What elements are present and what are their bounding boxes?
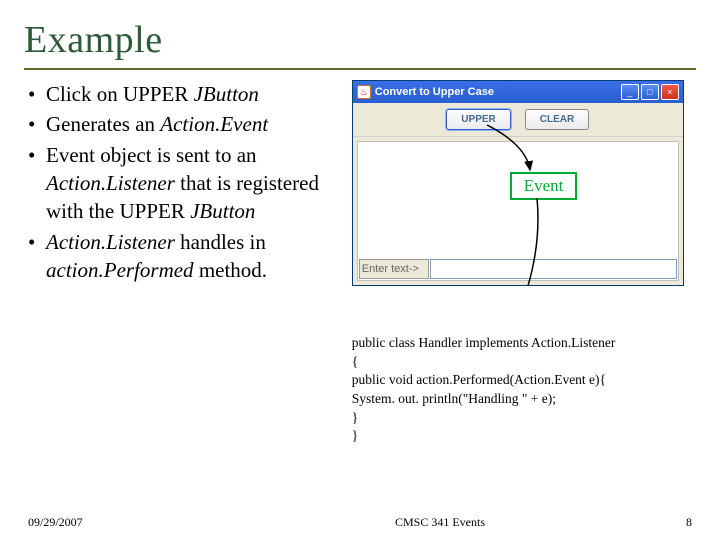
text: method.	[194, 258, 268, 282]
button-toolbar: UPPER CLEAR	[353, 103, 683, 137]
close-button[interactable]: ×	[661, 84, 679, 100]
java-icon: ♨	[357, 85, 371, 99]
text-italic: Action.Event	[160, 112, 268, 136]
text-italic: JButton	[190, 199, 255, 223]
bullet-4: Action.Listener handles in action.Perfor…	[24, 228, 342, 285]
bullet-2: Generates an Action.Event	[24, 110, 342, 138]
bullet-1: Click on UPPER JButton	[24, 80, 342, 108]
text: handles in	[175, 230, 266, 254]
text-italic: action.Performed	[46, 258, 194, 282]
text-output-area: Enter text->	[357, 141, 679, 281]
code-line-4: System. out. println("Handling " + e);	[352, 390, 616, 409]
slide-footer: 09/29/2007 CMSC 341 Events 8	[0, 515, 720, 530]
code-line-3: public void action.Performed(Action.Even…	[352, 371, 616, 390]
text: Click on UPPER	[46, 82, 194, 106]
text-italic: JButton	[194, 82, 259, 106]
title-underline: Example	[24, 18, 696, 70]
code-line-6: }	[352, 427, 616, 446]
diagram-column: ♨ Convert to Upper Case _ □ × UPPER CLEA…	[352, 80, 696, 286]
code-line-2: {	[352, 353, 616, 372]
enter-text-field[interactable]	[430, 259, 677, 279]
minimize-button[interactable]: _	[621, 84, 639, 100]
slide-title: Example	[24, 18, 696, 62]
upper-button[interactable]: UPPER	[446, 109, 510, 130]
footer-page-number: 8	[632, 515, 692, 530]
maximize-button[interactable]: □	[641, 84, 659, 100]
window-title: Convert to Upper Case	[375, 86, 621, 98]
footer-date: 09/29/2007	[28, 515, 248, 530]
clear-button[interactable]: CLEAR	[525, 109, 589, 130]
text: Event object is sent to an	[46, 143, 257, 167]
text: Generates an	[46, 112, 160, 136]
content-row: Click on UPPER JButton Generates an Acti…	[24, 80, 696, 286]
enter-text-label: Enter text->	[359, 259, 429, 279]
footer-center: CMSC 341 Events	[248, 515, 632, 530]
bullet-list: Click on UPPER JButton Generates an Acti…	[24, 80, 342, 284]
window-controls: _ □ ×	[621, 84, 679, 100]
bullet-column: Click on UPPER JButton Generates an Acti…	[24, 80, 342, 286]
code-block: public class Handler implements Action.L…	[352, 334, 616, 446]
code-line-1: public class Handler implements Action.L…	[352, 334, 616, 353]
text-italic: Action.Listener	[46, 171, 175, 195]
bullet-3: Event object is sent to an Action.Listen…	[24, 141, 342, 226]
window-titlebar: ♨ Convert to Upper Case _ □ ×	[353, 81, 683, 103]
text-italic: Action.Listener	[46, 230, 175, 254]
slide: Example Click on UPPER JButton Generates…	[0, 0, 720, 540]
event-label: Event	[510, 172, 578, 200]
code-line-5: }	[352, 409, 616, 428]
